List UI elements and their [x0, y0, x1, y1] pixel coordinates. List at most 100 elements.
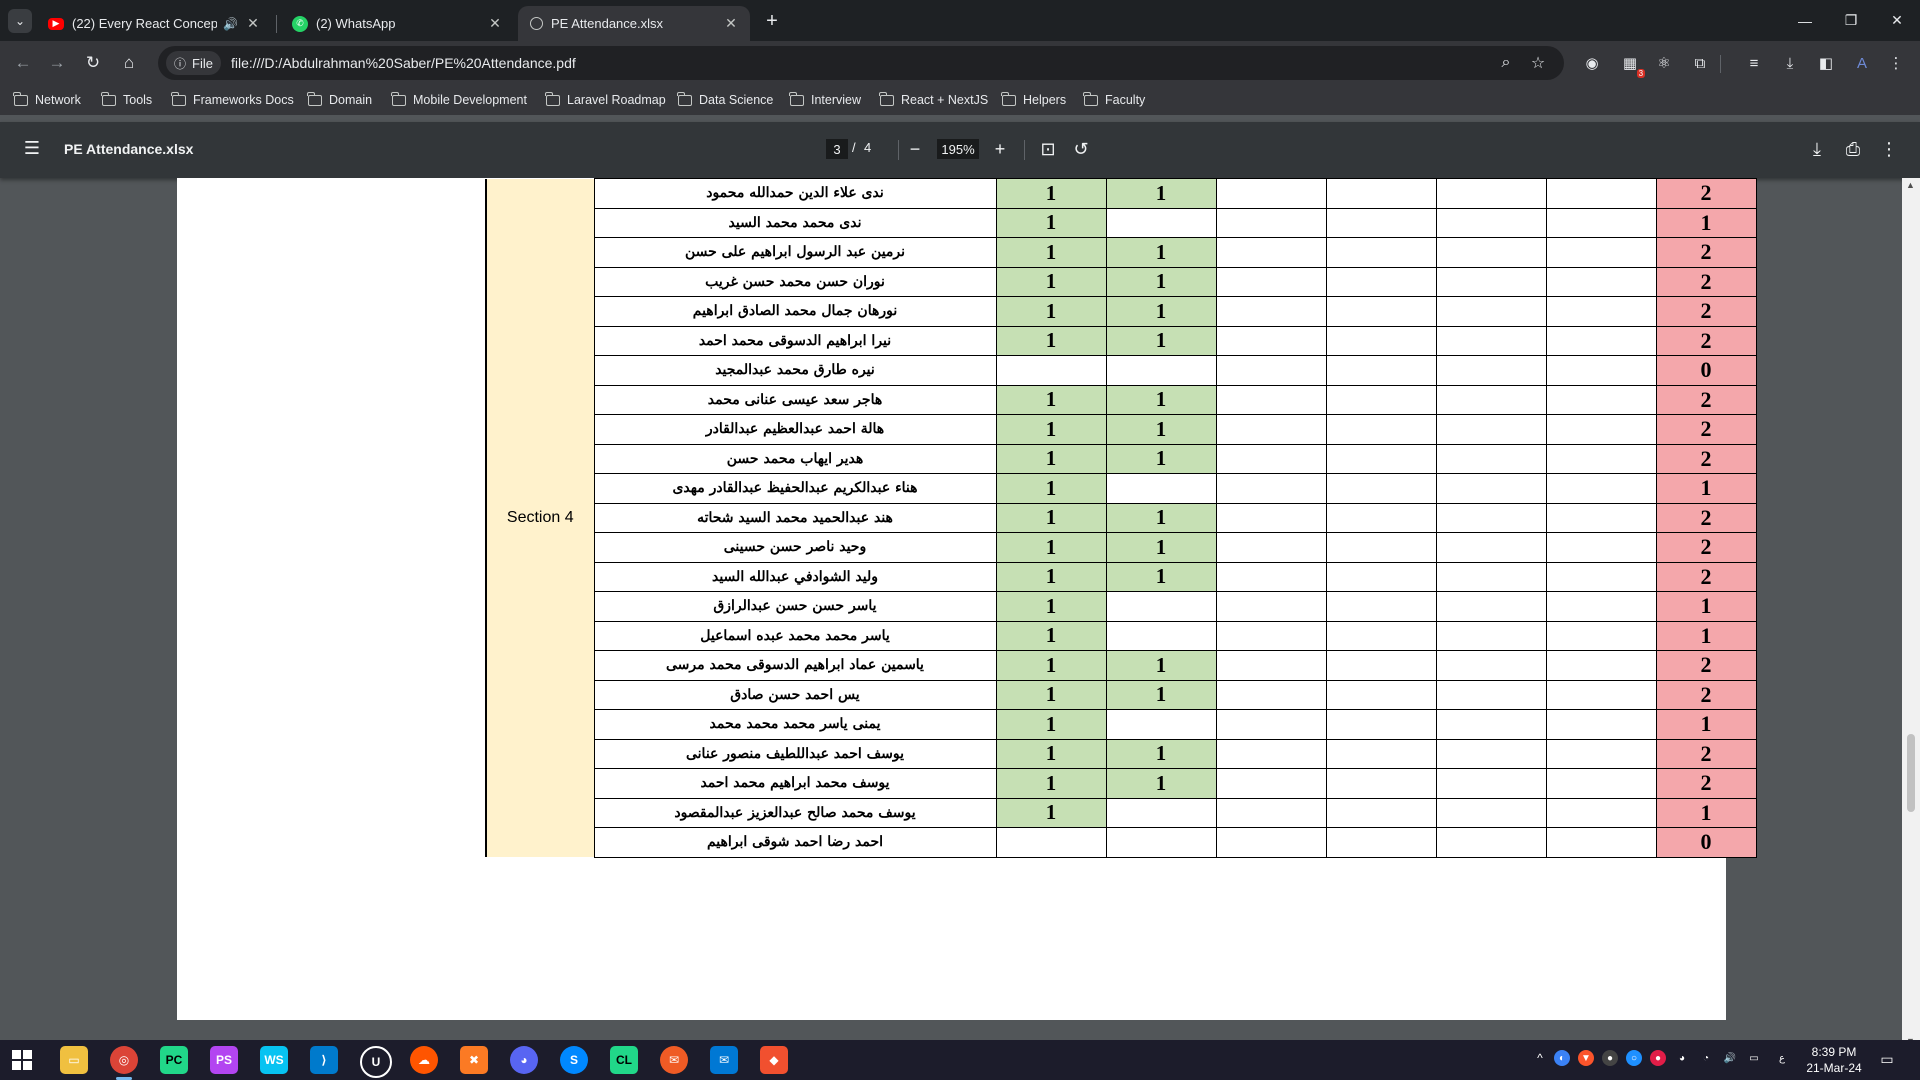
tab-youtube[interactable]: ▶ (22) Every React Concept Explained 🔊 ✕	[36, 6, 272, 41]
restore-icon[interactable]: ❐	[1828, 0, 1874, 41]
bookmark-folder[interactable]: Domain	[307, 91, 372, 109]
bookmark-folder[interactable]: Helpers	[1001, 91, 1066, 109]
empty-session-cell	[1545, 679, 1657, 710]
tab-whatsapp[interactable]: ✆ (2) WhatsApp ✕	[280, 6, 514, 41]
zoom-out-icon[interactable]: −	[904, 138, 926, 160]
phpstorm-icon[interactable]: PS	[210, 1046, 238, 1074]
audio-playing-icon[interactable]: 🔊	[223, 17, 238, 31]
soundcloud-icon[interactable]: ☁	[410, 1046, 438, 1074]
address-bar[interactable]: ⓘ File file:///D:/Abdulrahman%20Saber/PE…	[158, 46, 1564, 80]
rotate-icon[interactable]: ↺	[1070, 138, 1092, 160]
attendance-cell	[1105, 591, 1217, 622]
extensions-puzzle-icon[interactable]: ⧉	[1690, 53, 1710, 73]
notification-icon[interactable]: ▭	[1878, 1050, 1896, 1068]
display-icon[interactable]: ▭	[1746, 1050, 1762, 1066]
xampp-icon[interactable]: ✖	[460, 1046, 488, 1074]
bookmark-folder[interactable]: Network	[13, 91, 81, 109]
zoom-in-icon[interactable]: +	[989, 138, 1011, 160]
extension-badge-icon[interactable]: ▦ 3	[1620, 53, 1646, 78]
zoom-icon[interactable]: ⌕	[1496, 53, 1516, 73]
side-panel-icon[interactable]: ◧	[1816, 53, 1836, 73]
system-clock[interactable]: 8:39 PM 21-Mar-24	[1800, 1044, 1868, 1076]
bookmark-folder[interactable]: Interview	[789, 91, 861, 109]
scroll-up-icon[interactable]: ▲	[1906, 180, 1915, 190]
menu-kebab-icon[interactable]: ⋮	[1886, 53, 1906, 73]
close-tab-icon[interactable]: ✕	[722, 15, 740, 32]
toolbar-divider	[1720, 55, 1721, 73]
tray-app-icon[interactable]: ◐	[1554, 1050, 1570, 1066]
back-icon[interactable]: ←	[10, 50, 36, 76]
react-devtools-icon[interactable]: ⚛	[1654, 53, 1674, 73]
bookmark-folder[interactable]: Tools	[101, 91, 152, 109]
fit-to-page-icon[interactable]: ⊡	[1037, 138, 1059, 160]
close-tab-icon[interactable]: ✕	[486, 15, 504, 32]
site-info-chip[interactable]: ⓘ File	[166, 51, 221, 75]
shazam-icon[interactable]: S	[560, 1046, 588, 1074]
vscode-icon[interactable]: ⟩	[310, 1046, 338, 1074]
page-number-input[interactable]: 3	[826, 139, 848, 159]
webstorm-icon[interactable]: WS	[260, 1046, 288, 1074]
download-icon[interactable]: ⤓	[1806, 138, 1828, 160]
vertical-scrollbar[interactable]: ▲ ▼	[1902, 178, 1920, 1048]
file-explorer-icon[interactable]: ▭	[60, 1046, 88, 1074]
windows-start-icon[interactable]	[12, 1050, 32, 1070]
empty-session-cell	[1435, 443, 1547, 474]
discord-icon[interactable]: ◕	[510, 1046, 538, 1074]
forward-icon[interactable]: →	[44, 50, 70, 76]
empty-session-cell	[1325, 738, 1437, 769]
empty-session-cell	[1435, 266, 1547, 297]
profile-avatar-icon[interactable]: A	[1852, 53, 1872, 73]
discord-tray-icon[interactable]: ◕	[1674, 1050, 1690, 1066]
bookmark-folder[interactable]: Faculty	[1083, 91, 1145, 109]
close-window-icon[interactable]: ✕	[1874, 0, 1920, 41]
student-name-cell: يوسف محمد ابراهيم محمد احمد	[593, 768, 997, 799]
extension-icon[interactable]: ◉	[1582, 53, 1602, 73]
volume-icon[interactable]: 🔊	[1722, 1050, 1738, 1066]
bookmark-folder[interactable]: React + NextJS	[879, 91, 988, 109]
input-language[interactable]: ع	[1774, 1050, 1790, 1066]
network-icon[interactable]: ◔	[1698, 1050, 1714, 1066]
empty-session-cell	[1545, 207, 1657, 238]
reload-icon[interactable]: ↻	[80, 50, 106, 76]
more-actions-icon[interactable]: ⋮	[1878, 138, 1900, 160]
tray-app-icon[interactable]: ○	[1626, 1050, 1642, 1066]
table-row: ياسر حسن حسن عبدالرازق 1 1	[486, 591, 1757, 622]
table-row: ندى محمد محمد السيد 1 1	[486, 207, 1757, 238]
pycharm-icon[interactable]: PC	[160, 1046, 188, 1074]
tab-pe-attendance[interactable]: PE Attendance.xlsx ✕	[518, 6, 750, 41]
bookmark-folder[interactable]: Mobile Development	[391, 91, 527, 109]
print-icon[interactable]: ⎙	[1842, 138, 1864, 160]
home-icon[interactable]: ⌂	[116, 50, 142, 76]
postman-icon[interactable]: ✉	[660, 1046, 688, 1074]
empty-session-cell	[1215, 296, 1327, 327]
brave-icon[interactable]: ▼	[1578, 1050, 1594, 1066]
mail-icon[interactable]: ✉	[710, 1046, 738, 1074]
bookmark-folder[interactable]: Frameworks Docs	[171, 91, 294, 109]
git-icon[interactable]: ◆	[760, 1046, 788, 1074]
tray-app-icon[interactable]: ●	[1602, 1050, 1618, 1066]
minimize-icon[interactable]: —	[1782, 0, 1828, 41]
download-icon[interactable]: ⤓	[1780, 53, 1800, 73]
bookmark-star-icon[interactable]: ☆	[1528, 53, 1548, 73]
bookmark-folder[interactable]: Laravel Roadmap	[545, 91, 666, 109]
empty-session-cell	[1215, 473, 1327, 504]
empty-session-cell	[1215, 207, 1327, 238]
tray-app-icon[interactable]: ●	[1650, 1050, 1666, 1066]
unreal-engine-icon[interactable]: U	[360, 1046, 392, 1078]
youtube-icon: ▶	[48, 17, 64, 30]
clion-icon[interactable]: CL	[610, 1046, 638, 1074]
zoom-input[interactable]: 195%	[937, 139, 979, 159]
hamburger-menu-icon[interactable]: ☰	[22, 138, 42, 158]
bookmark-folder[interactable]: Data Science	[677, 91, 773, 109]
close-tab-icon[interactable]: ✕	[244, 15, 262, 32]
scrollbar-thumb[interactable]	[1907, 734, 1915, 812]
media-queue-icon[interactable]: ≡	[1744, 53, 1764, 73]
whatsapp-icon: ✆	[292, 15, 308, 32]
empty-session-cell	[1545, 384, 1657, 415]
tab-search-button[interactable]: ⌄	[8, 9, 32, 33]
url-text[interactable]: file:///D:/Abdulrahman%20Saber/PE%20Atte…	[231, 55, 576, 71]
new-tab-icon[interactable]: +	[760, 9, 784, 33]
attendance-cell: 1	[1105, 679, 1217, 710]
chrome-icon[interactable]: ◎	[110, 1046, 138, 1074]
chevron-up-icon[interactable]: ^	[1532, 1050, 1548, 1066]
